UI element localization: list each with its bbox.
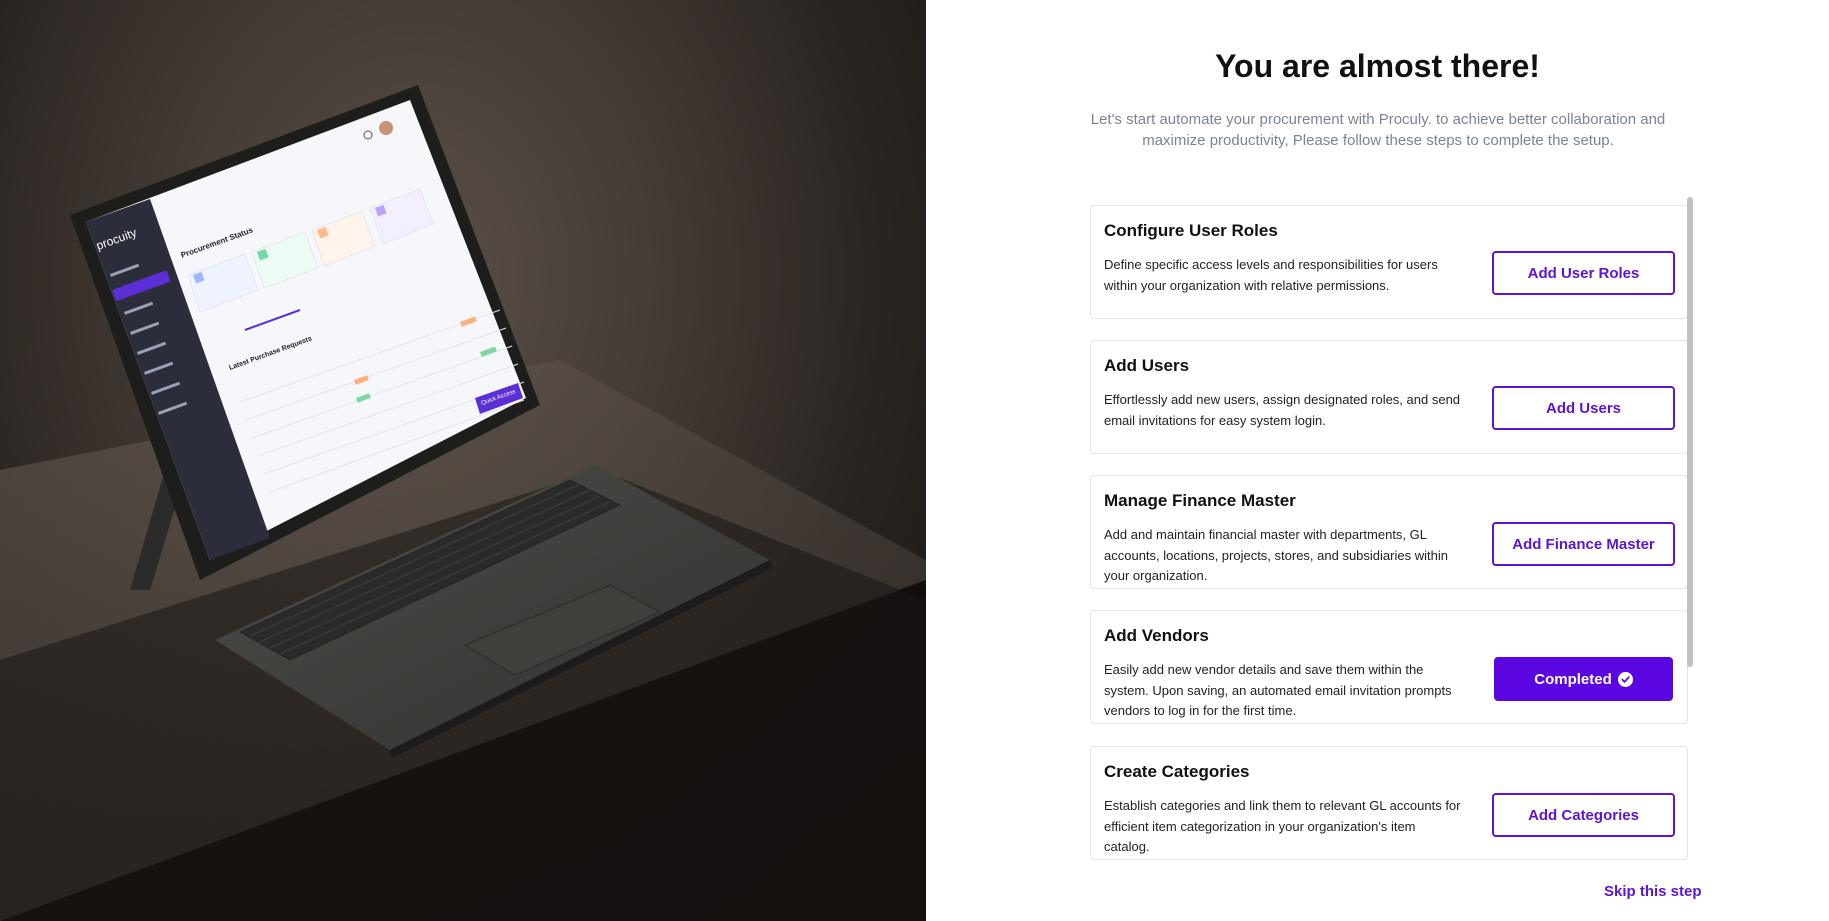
- step-description: Define specific access levels and respon…: [1104, 257, 1438, 293]
- step-card-users: Add Users Effortlessly add new users, as…: [1090, 340, 1688, 454]
- add-finance-master-button[interactable]: Add Finance Master: [1492, 522, 1675, 566]
- step-title: Configure User Roles: [1104, 221, 1278, 240]
- completed-label: Completed: [1534, 670, 1612, 688]
- step-description: Add and maintain financial master with d…: [1104, 527, 1448, 583]
- add-users-button[interactable]: Add Users: [1492, 386, 1675, 430]
- skip-step-link[interactable]: Skip this step: [1604, 883, 1702, 900]
- add-categories-button[interactable]: Add Categories: [1492, 793, 1675, 837]
- scrollbar-thumb[interactable]: [1687, 197, 1693, 667]
- onboarding-panel: You are almost there! Let's start automa…: [926, 0, 1829, 921]
- step-description: Easily add new vendor details and save t…: [1104, 662, 1452, 718]
- hero-illustration: procuity Procurement Status Latest Purch…: [0, 0, 926, 921]
- check-circle-icon: [1617, 671, 1633, 687]
- steps-scrollbar[interactable]: [1687, 197, 1693, 862]
- step-card-vendors: Add Vendors Easily add new vendor detail…: [1090, 610, 1688, 724]
- step-description: Establish categories and link them to re…: [1104, 798, 1461, 854]
- step-card-user-roles: Configure User Roles Define specific acc…: [1090, 205, 1688, 319]
- tablet-on-desk-image: procuity Procurement Status Latest Purch…: [0, 85, 926, 921]
- vendors-completed-button[interactable]: Completed: [1494, 657, 1673, 701]
- step-card-categories: Create Categories Establish categories a…: [1090, 746, 1688, 860]
- step-card-finance-master: Manage Finance Master Add and maintain f…: [1090, 475, 1688, 589]
- add-user-roles-button[interactable]: Add User Roles: [1492, 251, 1675, 295]
- step-title: Add Vendors: [1104, 626, 1209, 645]
- step-title: Create Categories: [1104, 762, 1250, 781]
- step-title: Manage Finance Master: [1104, 491, 1296, 510]
- page-subtitle: Let's start automate your procurement wi…: [1090, 111, 1666, 149]
- step-title: Add Users: [1104, 356, 1190, 375]
- step-description: Effortlessly add new users, assign desig…: [1104, 392, 1461, 428]
- page-title: You are almost there!: [1215, 48, 1540, 84]
